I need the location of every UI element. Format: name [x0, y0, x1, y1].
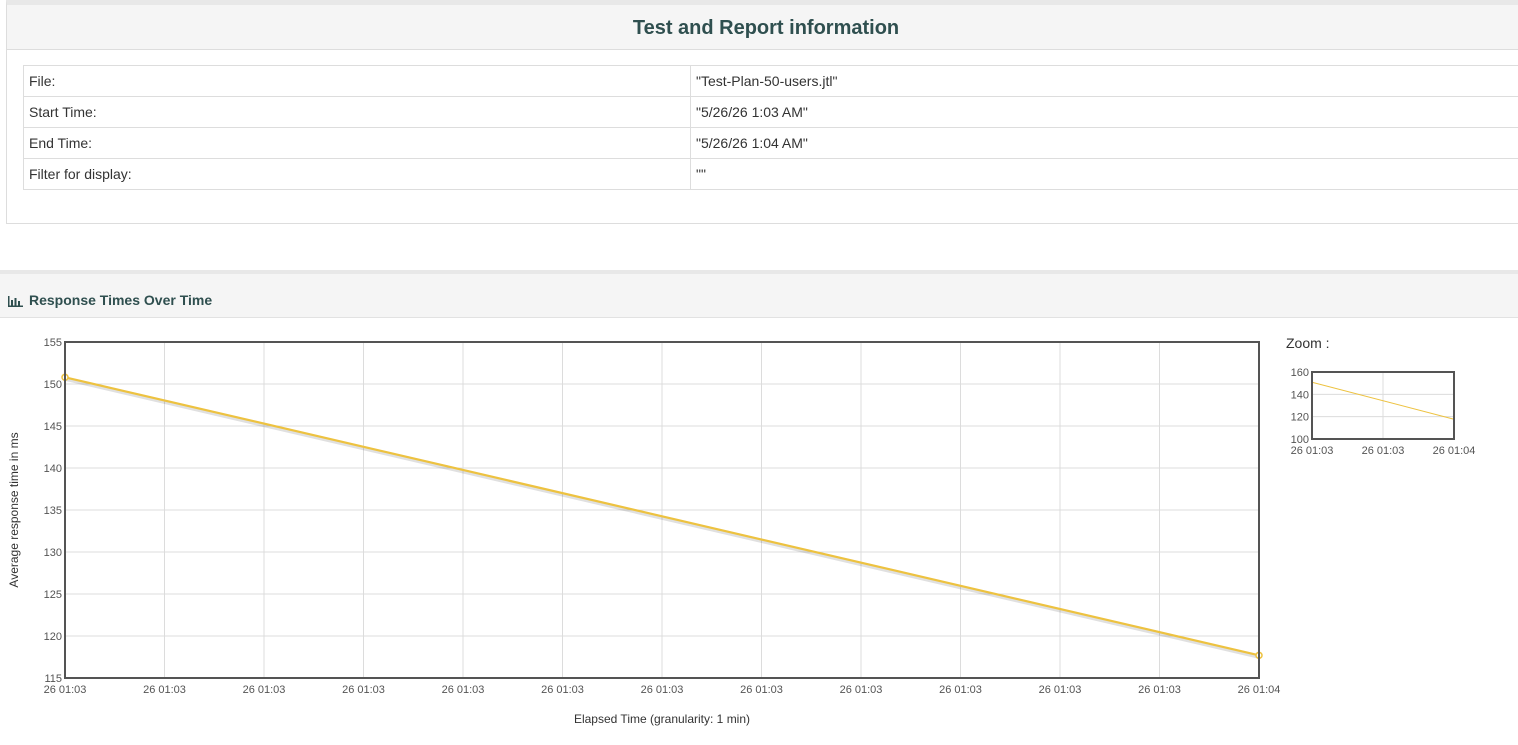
x-tick-label: 26 01:03 — [143, 684, 186, 696]
info-label: File: — [23, 65, 691, 97]
response-times-panel-header[interactable]: Response Times Over Time — [0, 270, 1518, 318]
bar-chart-icon — [8, 296, 23, 307]
panel-title: Test and Report information — [7, 5, 1518, 50]
x-tick-label: 26 01:03 — [442, 684, 485, 696]
y-tick-label: 140 — [44, 463, 62, 475]
info-value: "5/26/26 1:04 AM" — [690, 127, 1518, 159]
x-tick-label: 26 01:03 — [1138, 684, 1181, 696]
response-times-title: Response Times Over Time — [29, 292, 213, 308]
y-tick-label: 120 — [44, 631, 62, 643]
y-tick-label: 135 — [44, 505, 62, 517]
info-value: "Test-Plan-50-users.jtl" — [690, 65, 1518, 97]
response-times-chart[interactable]: 15515014514013513012512011526 01:03 26 01… — [0, 330, 1300, 735]
x-tick-label: 26 01:03 — [44, 684, 87, 696]
x-tick-label: 26 01:03 — [740, 684, 783, 696]
y-tick-label: 150 — [44, 379, 62, 391]
info-row: Filter for display: "" — [23, 158, 1518, 190]
x-tick-label: 26 01:03 — [1039, 684, 1082, 696]
zoom-label: Zoom : — [1286, 335, 1330, 351]
x-tick-label: 26 01:04 — [1433, 445, 1476, 457]
info-label: Filter for display: — [23, 158, 691, 190]
info-row: End Time: "5/26/26 1:04 AM" — [23, 127, 1518, 159]
y-tick-label: 160 — [1291, 367, 1309, 379]
test-report-info-panel: Test and Report information File: "Test-P… — [6, 0, 1518, 224]
zoom-chart[interactable]: Zoom :16014012010026 01:03 26 01:03 26 01:… — [1284, 333, 1518, 473]
info-label: End Time: — [23, 127, 691, 159]
y-axis-label: Average response time in ms — [7, 432, 21, 587]
x-tick-label: 26 01:03 — [1362, 445, 1405, 457]
x-tick-label: 26 01:03 — [939, 684, 982, 696]
x-tick-label: 26 01:04 — [1238, 684, 1281, 696]
info-row: File: "Test-Plan-50-users.jtl" — [23, 65, 1518, 97]
x-tick-label: 26 01:03 — [840, 684, 883, 696]
info-value: "" — [690, 158, 1518, 190]
info-value: "5/26/26 1:03 AM" — [690, 96, 1518, 128]
x-tick-label: 26 01:03 — [1291, 445, 1334, 457]
x-axis-label: Elapsed Time (granularity: 1 min) — [574, 712, 750, 726]
y-tick-label: 145 — [44, 421, 62, 433]
y-tick-label: 155 — [44, 337, 62, 349]
y-tick-label: 130 — [44, 547, 62, 559]
info-row: Start Time: "5/26/26 1:03 AM" — [23, 96, 1518, 128]
y-tick-label: 120 — [1291, 412, 1309, 424]
x-tick-label: 26 01:03 — [541, 684, 584, 696]
x-tick-label: 26 01:03 — [641, 684, 684, 696]
y-tick-label: 140 — [1291, 389, 1309, 401]
x-tick-label: 26 01:03 — [342, 684, 385, 696]
x-tick-label: 26 01:03 — [243, 684, 286, 696]
info-label: Start Time: — [23, 96, 691, 128]
report-info-table: File: "Test-Plan-50-users.jtl" Start Time:… — [23, 65, 1518, 190]
y-tick-label: 125 — [44, 589, 62, 601]
